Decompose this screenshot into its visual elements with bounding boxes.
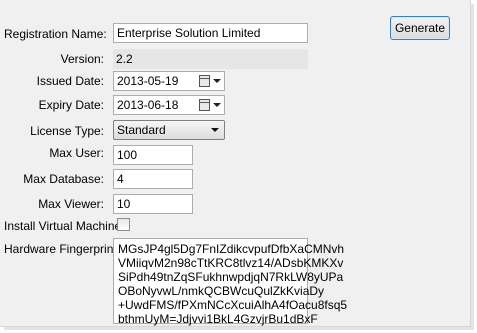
window-shadow	[471, 4, 474, 329]
expiry-date-label: Expiry Date:	[38, 98, 104, 112]
chevron-down-icon[interactable]	[213, 103, 221, 107]
max-viewer-input[interactable]: 10	[113, 194, 193, 214]
hardware-fingerprint-textarea[interactable]: MGsJP4gl5Dg7FnIZdikcvpufDfbXaCMNvh VMiiq…	[113, 238, 348, 326]
max-user-label: Max User:	[49, 146, 104, 160]
chevron-down-icon	[211, 128, 219, 132]
license-type-value: Standard	[117, 123, 166, 137]
issued-date-picker[interactable]: 2013-05-19	[113, 71, 225, 91]
window-shadow	[4, 327, 474, 330]
calendar-icon[interactable]	[199, 75, 210, 87]
max-database-input[interactable]: 4	[113, 169, 193, 189]
issued-date-label: Issued Date:	[36, 74, 104, 88]
expiry-date-value: 2013-06-18	[117, 98, 179, 112]
install-vm-checkbox[interactable]	[117, 218, 130, 231]
max-viewer-label: Max Viewer:	[38, 197, 104, 211]
registration-name-input[interactable]: Enterprise Solution Limited	[113, 23, 308, 43]
license-generator-form: Registration Name: Enterprise Solution L…	[0, 0, 471, 327]
fingerprint-line: OBoNyvwL/nmkQCBWcuQulZkKviaDy	[118, 284, 325, 298]
fingerprint-line: +UwdFMS/fPXmNCcXcuiAlhA4fOacu8fsq5	[118, 298, 348, 312]
fingerprint-line: bthmUyM=Jdjvvi1BkL4GzvjrBu1dBxF	[118, 312, 318, 326]
hardware-fingerprint-label: Hardware Fingerprint:	[4, 242, 121, 256]
generate-button[interactable]: Generate	[390, 16, 450, 40]
max-user-input[interactable]: 100	[113, 145, 193, 165]
license-type-label: License Type:	[30, 124, 104, 138]
fingerprint-line: MGsJP4gl5Dg7FnIZdikcvpufDfbXaCMNvh	[118, 242, 345, 256]
fingerprint-line: VMiiqvM2n98cTtKRC8tlvz14/ADsbKMKXv	[118, 256, 344, 270]
issued-date-value: 2013-05-19	[117, 74, 179, 88]
expiry-date-picker[interactable]: 2013-06-18	[113, 95, 225, 115]
version-value: 2.2	[113, 49, 308, 69]
fingerprint-line: SiPdh49tnZqSFukhnwpdjqN7RkLW8yUPa	[118, 270, 344, 284]
calendar-icon[interactable]	[199, 99, 210, 111]
registration-name-label: Registration Name:	[4, 27, 107, 41]
license-type-select[interactable]: Standard	[113, 120, 225, 140]
max-database-label: Max Database:	[23, 172, 104, 186]
chevron-down-icon[interactable]	[213, 79, 221, 83]
version-label: Version:	[60, 52, 104, 66]
install-vm-label: Install Virtual Machine	[4, 219, 122, 233]
